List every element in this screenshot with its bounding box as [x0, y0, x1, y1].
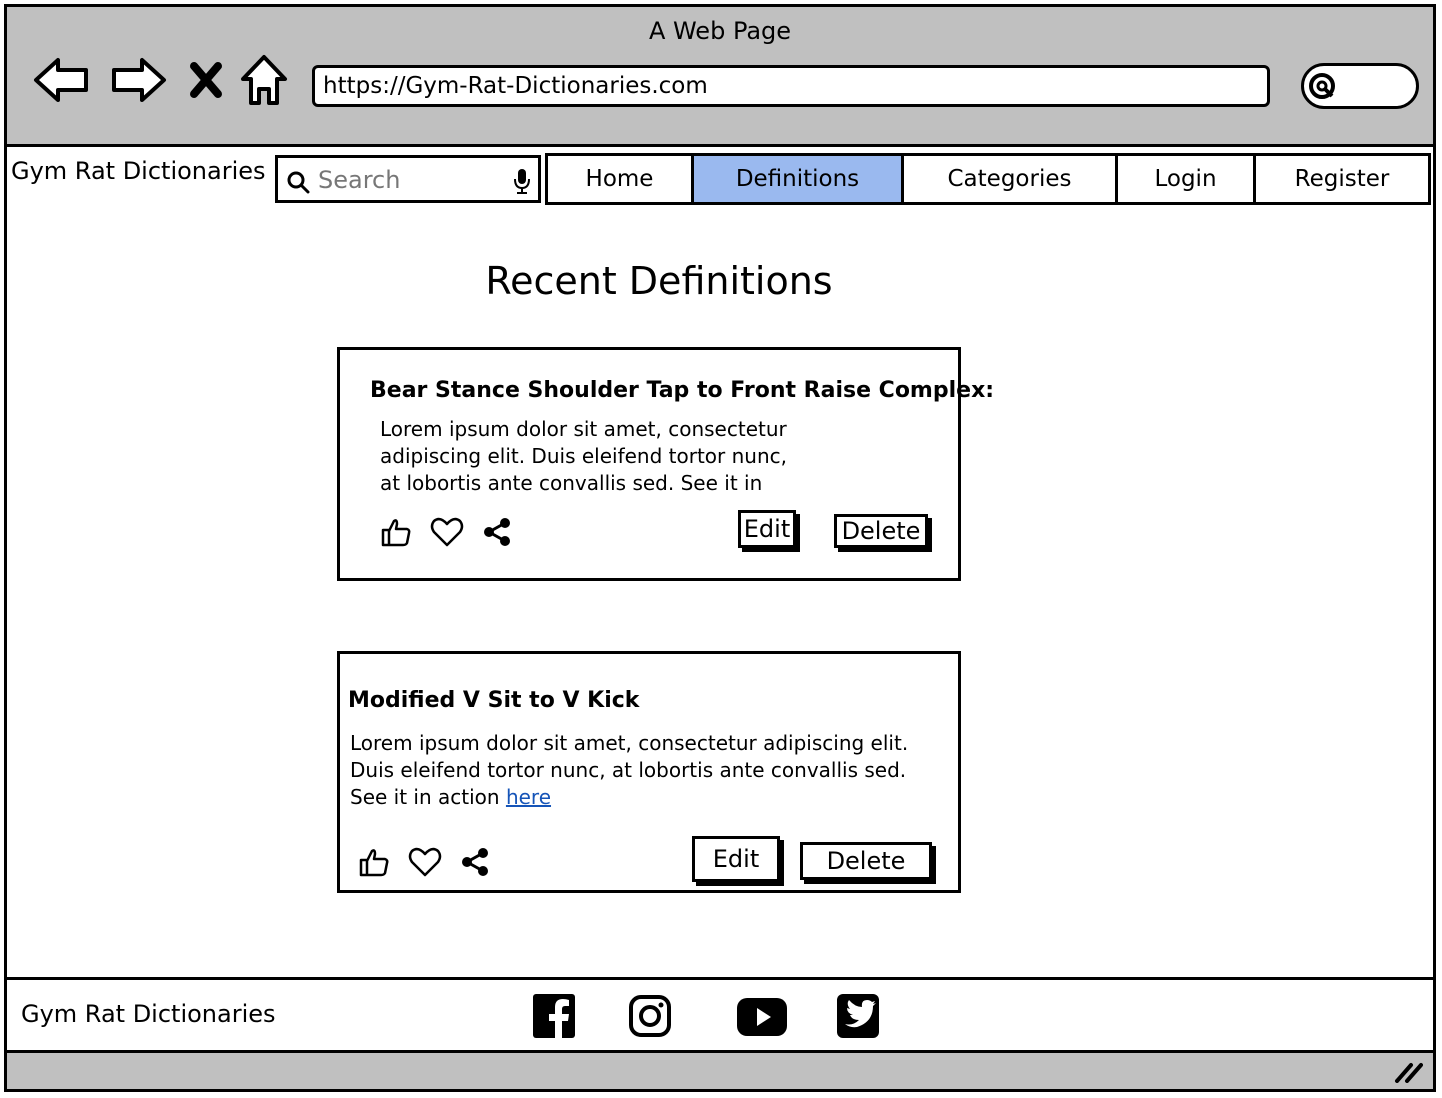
- facebook-icon[interactable]: [533, 994, 575, 1042]
- body-line: Lorem ipsum dolor sit amet, consectetur: [380, 417, 787, 441]
- delete-button[interactable]: Delete: [800, 842, 932, 880]
- close-x-icon[interactable]: [175, 49, 237, 111]
- body-line: adipiscing elit. Duis eleifend tortor nu…: [380, 444, 787, 468]
- browser-chrome: A Web Page https://Gym-Rat-Dictionaries.…: [7, 7, 1433, 147]
- tab-categories[interactable]: Categories: [904, 156, 1118, 202]
- edit-button[interactable]: Edit: [738, 510, 796, 548]
- youtube-icon[interactable]: [737, 998, 787, 1040]
- definition-card: Modified V Sit to V Kick Lorem ipsum dol…: [337, 651, 961, 893]
- page-title: Recent Definitions: [485, 259, 833, 303]
- resize-grip-icon[interactable]: [1393, 1061, 1423, 1087]
- definition-card: Bear Stance Shoulder Tap to Front Raise …: [337, 347, 994, 581]
- site-brand[interactable]: Gym Rat Dictionaries: [11, 157, 266, 185]
- instagram-icon[interactable]: [629, 994, 671, 1042]
- thumbs-up-icon[interactable]: [358, 846, 390, 882]
- search-icon: [1308, 72, 1340, 108]
- browser-search-button[interactable]: [1301, 63, 1419, 109]
- tab-home[interactable]: Home: [548, 156, 694, 202]
- action-link[interactable]: here: [506, 785, 551, 809]
- delete-button[interactable]: Delete: [834, 514, 928, 548]
- window-title: A Web Page: [648, 17, 792, 45]
- thumbs-up-icon[interactable]: [380, 516, 412, 552]
- body-line: Duis eleifend tortor nunc, at lobortis a…: [350, 758, 907, 782]
- tab-login[interactable]: Login: [1118, 156, 1256, 202]
- back-arrow-icon[interactable]: [31, 49, 93, 111]
- heart-icon[interactable]: [430, 516, 464, 552]
- share-icon[interactable]: [460, 847, 490, 881]
- browser-status-bar: [7, 1053, 1433, 1089]
- home-icon[interactable]: [233, 49, 295, 111]
- search-icon: [286, 170, 310, 198]
- definition-title: Modified V Sit to V Kick: [348, 688, 640, 713]
- browser-window: A Web Page https://Gym-Rat-Dictionaries.…: [4, 4, 1436, 1092]
- body-line: See it in action here: [350, 784, 908, 811]
- main-nav: Home Definitions Categories Login Regist…: [545, 153, 1431, 205]
- card-actions: [358, 846, 490, 882]
- edit-button[interactable]: Edit: [692, 836, 780, 882]
- body-line: at lobortis ante convallis sed. See it i…: [380, 471, 763, 495]
- tab-register[interactable]: Register: [1256, 156, 1428, 202]
- twitter-icon[interactable]: [837, 994, 879, 1042]
- body-line: Lorem ipsum dolor sit amet, consectetur …: [350, 731, 909, 755]
- definition-title: Bear Stance Shoulder Tap to Front Raise …: [370, 378, 995, 403]
- heart-icon[interactable]: [408, 846, 442, 882]
- site-search-input[interactable]: Search: [275, 155, 541, 203]
- tab-definitions[interactable]: Definitions: [694, 156, 904, 202]
- forward-arrow-icon[interactable]: [107, 49, 169, 111]
- definition-body: Lorem ipsum dolor sit amet, consectetur …: [380, 416, 787, 497]
- share-icon[interactable]: [482, 517, 512, 551]
- definition-body: Lorem ipsum dolor sit amet, consectetur …: [350, 730, 908, 811]
- url-bar[interactable]: https://Gym-Rat-Dictionaries.com: [312, 65, 1270, 107]
- site-footer: Gym Rat Dictionaries: [7, 977, 1433, 1053]
- microphone-icon[interactable]: [514, 168, 530, 198]
- footer-brand: Gym Rat Dictionaries: [21, 1000, 276, 1028]
- card-actions: [380, 516, 512, 552]
- search-placeholder: Search: [318, 166, 401, 194]
- body-line-text: See it in action: [350, 785, 506, 809]
